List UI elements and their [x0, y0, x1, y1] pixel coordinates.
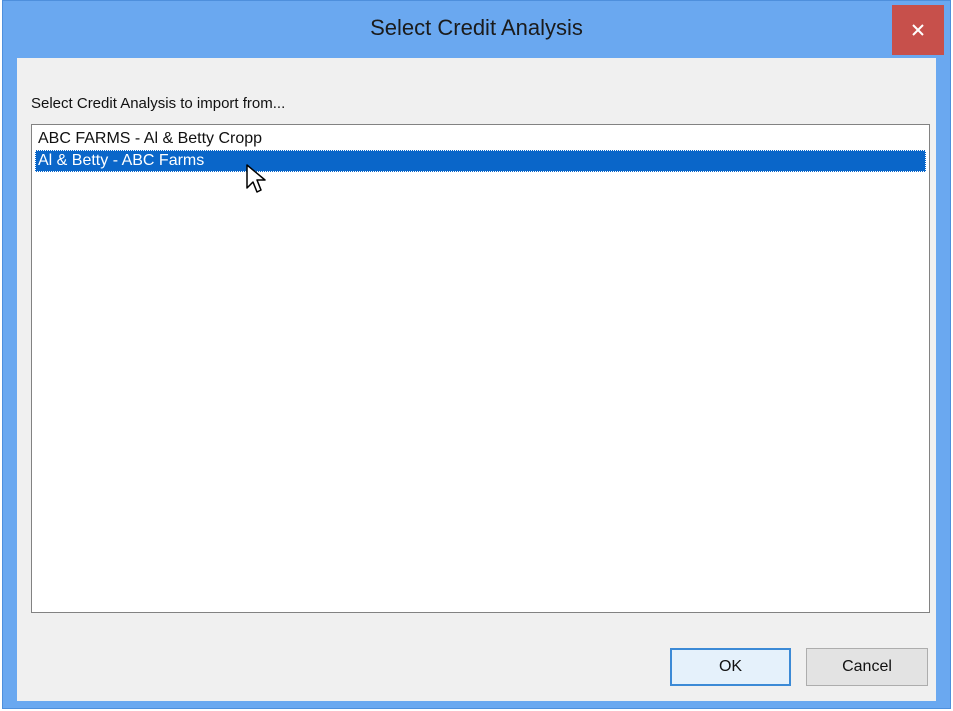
cancel-button[interactable]: Cancel	[806, 648, 928, 686]
list-item-selected[interactable]: Al & Betty - ABC Farms	[35, 150, 926, 172]
list-item[interactable]: ABC FARMS - Al & Betty Cropp	[35, 128, 926, 150]
dialog-window: Select Credit Analysis Select Credit Ana…	[2, 0, 951, 709]
close-button[interactable]	[892, 5, 944, 55]
ok-button[interactable]: OK	[670, 648, 791, 686]
close-icon	[912, 24, 924, 36]
credit-analysis-list[interactable]: ABC FARMS - Al & Betty Cropp Al & Betty …	[31, 124, 930, 613]
prompt-label: Select Credit Analysis to import from...	[31, 95, 286, 112]
dialog-body: Select Credit Analysis to import from...…	[17, 58, 936, 701]
title-bar[interactable]: Select Credit Analysis	[3, 1, 950, 59]
window-title: Select Credit Analysis	[370, 15, 583, 40]
